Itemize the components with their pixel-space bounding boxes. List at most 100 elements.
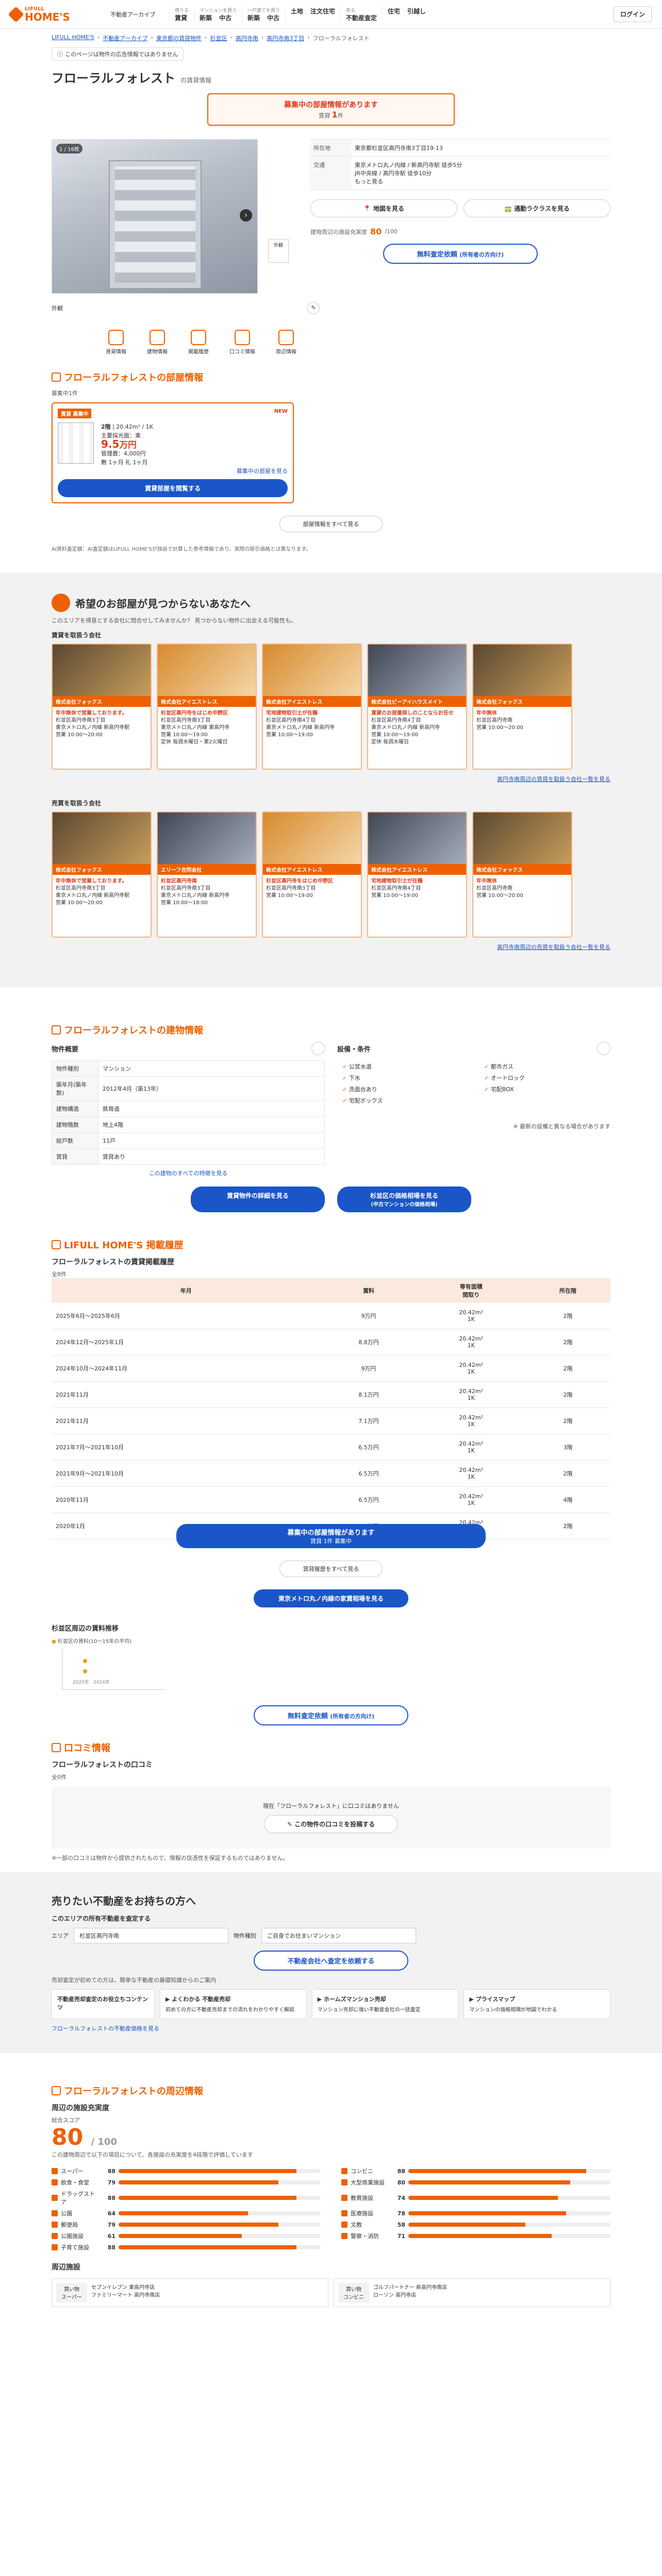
- archive-label[interactable]: 不動産アーカイブ: [110, 10, 157, 19]
- history-promo[interactable]: 募集中の部屋情報があります 賃貸 1件 募集中: [176, 1524, 486, 1548]
- quick-nav-item[interactable]: 周辺情報: [276, 330, 296, 355]
- price-trend-button[interactable]: 杉並区の価格相場を見る (中古マンションの価格相場): [337, 1187, 471, 1212]
- quick-nav-icon: [108, 330, 124, 345]
- post-review-label: この物件の口コミを投稿する: [294, 1821, 375, 1828]
- nav-link[interactable]: 引越し: [407, 7, 426, 15]
- metro-rent-button[interactable]: 東京メトロ丸ノ内線の家賃相場を見る: [254, 1589, 408, 1607]
- quick-nav-icon: [278, 330, 294, 345]
- breadcrumb-item[interactable]: 東京都の賃貸物件: [156, 34, 202, 42]
- nav-link[interactable]: 新築: [200, 13, 212, 22]
- nav-caption: 借りる: [175, 8, 189, 13]
- edit-icon[interactable]: [597, 1042, 610, 1055]
- rooms-showall-button[interactable]: 部屋情報をすべて見る: [279, 516, 383, 532]
- sell-card[interactable]: ▶ プライスマップ マンションの価格相場が地図でわかる: [464, 1989, 611, 2019]
- history-showall-button[interactable]: 賃貸履歴をすべて見る: [279, 1561, 383, 1577]
- history-row: 2021年11月 7.1万円 20.42m² 1K 2階: [52, 1408, 610, 1434]
- agent-card[interactable]: 株式会社アイエストレス 杉並区高円寺をはじめ中野区 杉並区高円寺南3丁目 営業 10…: [262, 811, 362, 938]
- sell-card[interactable]: ▶ ホームズマンション売却 マンション売却に強い不動産会社の一括査定: [311, 1989, 459, 2019]
- score-label: 建物周辺の施設充実度: [310, 228, 367, 235]
- spec-value: 11戸: [98, 1132, 325, 1149]
- logo-icon: [8, 6, 24, 23]
- nav-link[interactable]: 新築: [247, 13, 260, 22]
- nav-links: 土地 注文住宅: [291, 7, 335, 15]
- map-button[interactable]: 📍 地図を見る: [310, 199, 457, 217]
- nav-link[interactable]: 土地: [291, 7, 303, 15]
- sell-card-desc: 初めての方に不動産売却までの流れをわかりやすく解説: [166, 2007, 294, 2013]
- agent-card[interactable]: 株式会社ピーアイハウスメイト 賃貸のお部屋探しのことならお任せ 杉並区高円寺南4丁目…: [367, 643, 467, 770]
- history-cell: 20.42m² 1K: [417, 1460, 526, 1487]
- sell-price-link[interactable]: フローラルフォレストの不動産価格を見る: [52, 2024, 610, 2032]
- sell-card[interactable]: ▶ よくわかる 不動産売却 初めての方に不動産売却までの流れをわかりやすく解説: [160, 1989, 307, 2019]
- spec-more-link[interactable]: この建物のすべての特徴を見る: [52, 1169, 325, 1177]
- quick-nav-item[interactable]: 口コミ情報: [229, 330, 255, 355]
- agent-card[interactable]: 株式会社フォックス 年中無休 杉並区高円寺南 営業 10:00〜20:00: [472, 643, 572, 770]
- nav-link[interactable]: 不動産査定: [346, 13, 377, 22]
- edit-icon[interactable]: [311, 1042, 325, 1055]
- category-icon: [52, 2233, 58, 2239]
- breadcrumb-item[interactable]: 高円寺南3丁目: [267, 34, 304, 42]
- history-cell: 2階: [525, 1381, 610, 1408]
- vacancy-promo[interactable]: 募集中の部屋情報があります 賃貸 1件: [207, 93, 455, 126]
- nav-link[interactable]: 住宅: [388, 7, 400, 15]
- login-button[interactable]: ログイン: [613, 6, 652, 22]
- bar-track: [119, 2223, 321, 2227]
- agent-card[interactable]: 株式会社フォックス 年中無休で営業しております。 杉並区高円寺南3丁目 東京メトロ丸…: [52, 643, 152, 770]
- history-icon: [52, 1240, 61, 1249]
- room-view-button[interactable]: 賃貸部屋を閲覧する: [58, 479, 288, 497]
- nav-link[interactable]: 賃貸: [175, 13, 187, 22]
- area-select[interactable]: 杉並区高円寺南: [74, 1928, 228, 1943]
- rent-agents-link[interactable]: 高円寺南周辺の賃貸を取扱う会社一覧を見る: [52, 775, 610, 783]
- history-cell: 2021年9月〜2021年10月: [52, 1460, 321, 1487]
- spec-row: 物件種別 マンション: [52, 1060, 325, 1077]
- agent-card[interactable]: 株式会社アイエストレス 宅地建物取引士が在籍 杉並区高円寺南4丁目 東京メトロ丸ノ内…: [262, 643, 362, 770]
- sale-agents-link[interactable]: 高円寺南周辺の売買を取扱う会社一覧を見る: [52, 943, 610, 951]
- agent-card[interactable]: 株式会社フォックス 年中無休で営業しております。 杉並区高円寺南3丁目 東京メトロ丸…: [52, 811, 152, 938]
- room-more-link[interactable]: 募集中の部屋を見る: [58, 467, 288, 475]
- agent-card[interactable]: 株式会社アイエストレス 宅地建物取引士が在籍 杉並区高円寺南4丁目 営業 10:00…: [367, 811, 467, 938]
- agent-detail: 杉並区高円寺南3丁目 東京メトロ丸ノ内線 新高円寺駅 営業 10:00〜20:0…: [56, 886, 130, 906]
- bar-track: [119, 2169, 321, 2173]
- category-icon: [52, 2179, 58, 2185]
- quick-nav-item[interactable]: 掲載履歴: [188, 330, 209, 355]
- site-logo[interactable]: LIFULL HOME'S: [8, 6, 98, 23]
- agent-card[interactable]: エリーフ合同会社 杉並区高円寺南 杉並区高円寺南3丁目 東京メトロ丸ノ内線 新高円寺…: [157, 811, 257, 938]
- quick-nav-label: 周辺情報: [276, 349, 296, 355]
- valuation-button[interactable]: 無料査定依頼 (所有者の方向け): [383, 244, 538, 264]
- history-cell: 6.5万円: [320, 1434, 417, 1461]
- score-bar: 子育て施設 88: [52, 2243, 321, 2251]
- agent-catch: 宅地建物取引士が在籍: [371, 878, 423, 884]
- building-image: [109, 160, 202, 289]
- breadcrumb-item[interactable]: 高円寺南: [236, 34, 258, 42]
- nav-link[interactable]: 中古: [267, 13, 279, 22]
- type-select[interactable]: ご自身でお住まいマンション: [261, 1928, 416, 1943]
- sell-form: エリア 杉並区高円寺南 物件種別 ご自身でお住まいマンション: [52, 1928, 610, 1943]
- edit-icon[interactable]: ✎: [307, 302, 320, 314]
- agent-catch: 宅地建物取引士が在籍: [266, 710, 318, 716]
- score-bar: 教育施設 74: [341, 2190, 610, 2206]
- nav-link[interactable]: 中古: [219, 13, 231, 22]
- breadcrumb-item[interactable]: 不動産アーカイブ: [103, 34, 147, 42]
- next-arrow-icon[interactable]: ›: [240, 209, 252, 222]
- rental-detail-button[interactable]: 賃貸物件の詳細を見る: [191, 1187, 325, 1212]
- nav-link[interactable]: 注文住宅: [310, 7, 335, 15]
- quick-nav-item[interactable]: 建物情報: [147, 330, 168, 355]
- sell-valuation-button[interactable]: 不動産会社へ査定を依頼する: [254, 1951, 408, 1971]
- info-row: 交通 東京メトロ丸ノ内線 / 新高円寺駅 徒歩5分 JR中央線 / 高円寺駅 徒歩…: [310, 156, 610, 190]
- category-name: 文教: [351, 2222, 362, 2228]
- category-name: 大型商業施設: [351, 2179, 385, 2186]
- quick-nav-item[interactable]: 賃貸情報: [106, 330, 126, 355]
- breadcrumb-item[interactable]: 杉並区: [210, 34, 227, 42]
- room-card[interactable]: 賃貸 募集中 NEW 2階 | 20.42m² / 1K 主要採光面：東 9.5…: [52, 402, 294, 503]
- spec-key: 物件種別: [52, 1060, 98, 1077]
- agent-card[interactable]: 株式会社アイエストレス 杉並区高円寺をはじめ中野区 杉並区高円寺南3丁目 東京メトロ…: [157, 643, 257, 770]
- post-review-button[interactable]: ✎ この物件の口コミを投稿する: [264, 1815, 398, 1833]
- main-photo[interactable]: 1 / 16枚 ›: [52, 139, 258, 294]
- quick-nav-label: 建物情報: [147, 349, 168, 355]
- score-bar: 医療施設 78: [341, 2209, 610, 2217]
- thumbnails: 外観: [268, 139, 300, 294]
- agent-card[interactable]: 株式会社フォックス 年中無休 杉並区高円寺南 営業 10:00〜20:00: [472, 811, 572, 938]
- commute-button[interactable]: 🚃 通勤ラクラスを見る: [464, 199, 610, 217]
- trend-valuation-button[interactable]: 無料査定依頼 (所有者の方向け): [254, 1705, 408, 1725]
- thumbnail[interactable]: 外観: [268, 239, 289, 263]
- breadcrumb-item[interactable]: LIFULL HOME'S: [52, 34, 94, 42]
